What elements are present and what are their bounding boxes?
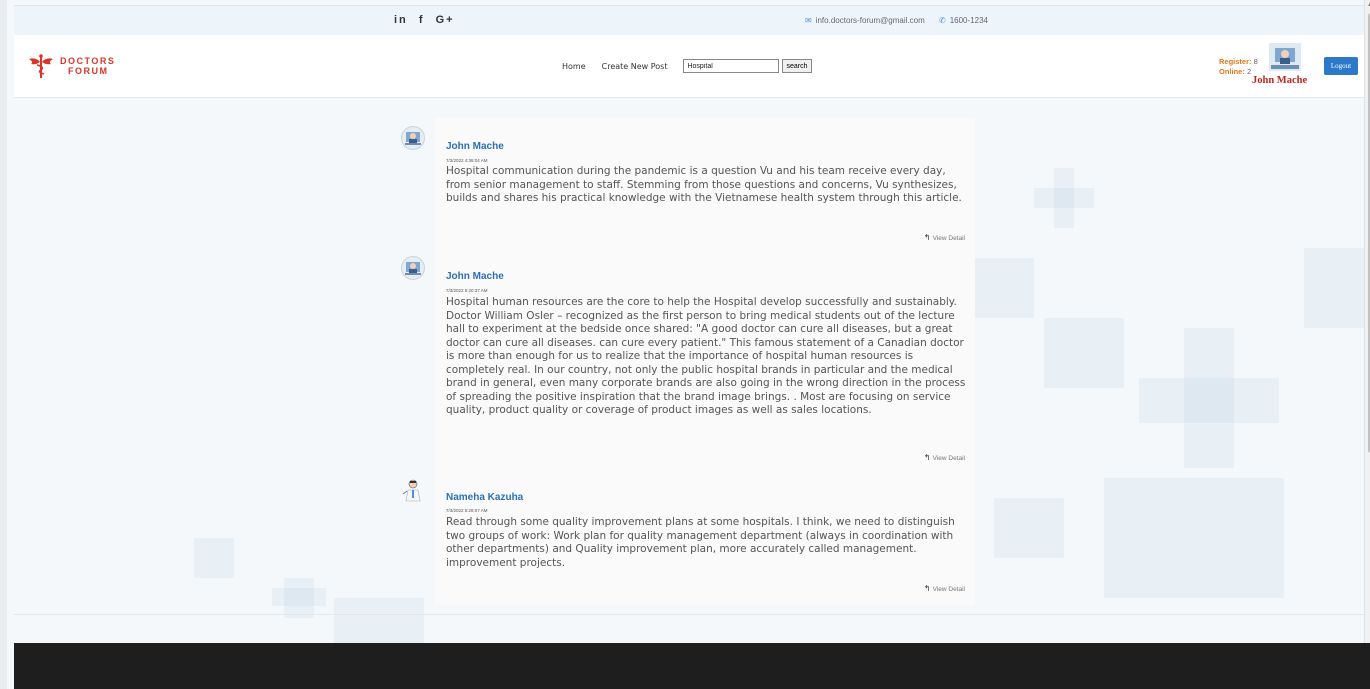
divider [14, 614, 1364, 615]
author-avatar[interactable] [401, 256, 425, 280]
linkedin-icon[interactable]: in [394, 14, 408, 26]
bg-cross [1034, 188, 1094, 208]
post-date: 7/3/2022 4:36:04 AM [446, 158, 488, 163]
caduceus-icon [29, 54, 53, 78]
post-author[interactable]: John Mache [446, 271, 504, 282]
bg-tile [994, 498, 1064, 558]
bg-tile [1104, 478, 1284, 598]
search-button[interactable]: search [782, 59, 812, 73]
logo-line1: DOCTORS [60, 56, 116, 66]
nav-home[interactable]: Home [562, 62, 586, 71]
main-nav: Home Create New Post search [562, 59, 812, 73]
post-content: Read through some quality improvement pl… [446, 516, 955, 569]
logout-button[interactable]: Logout [1324, 57, 1358, 75]
bg-tile [974, 258, 1034, 318]
view-detail-link[interactable]: ↰ View Detail [924, 453, 965, 462]
reply-icon: ↰ [923, 584, 931, 593]
post-content: Hospital human resources are the core to… [446, 296, 966, 416]
bg-cross [1139, 378, 1279, 423]
user-name[interactable]: John Mache [1252, 75, 1307, 86]
bg-tile [1304, 248, 1364, 328]
register-stat: Register: 8 [1219, 57, 1258, 66]
email-text: info.doctors-forum@gmail.com [815, 16, 925, 25]
post-content: Hospital communication during the pandem… [446, 165, 962, 204]
view-detail-link[interactable]: ↰ View Detail [924, 584, 965, 593]
post-author[interactable]: Nameha Kazuha [446, 492, 523, 503]
site-logo[interactable]: DOCTORS FORUM [26, 53, 115, 79]
bg-tile [194, 538, 234, 578]
page-scrollbar[interactable]: ▲ [1364, 0, 1370, 643]
register-count: 8 [1253, 57, 1258, 66]
post-date: 7/3/2022 5:28:07 AM [446, 508, 488, 513]
nav-create-post[interactable]: Create New Post [602, 62, 668, 71]
reply-icon: ↰ [923, 233, 931, 242]
top-bar: in f G+ ✉ info.doctors-forum@gmail.com ✆ 1… [14, 5, 1364, 35]
post-author[interactable]: John Mache [446, 141, 504, 152]
user-avatar[interactable] [1269, 43, 1301, 71]
envelope-icon: ✉ [805, 16, 812, 25]
phone-icon: ✆ [939, 16, 946, 25]
contact-phone: ✆ 1600-1234 [939, 16, 988, 25]
bg-cross [272, 588, 326, 606]
post-list: John Mache 7/3/2022 4:36:04 AM Hospital … [401, 118, 975, 605]
author-avatar[interactable] [401, 126, 425, 150]
google-plus-icon[interactable]: G+ [436, 14, 455, 26]
logo-line2: FORUM [68, 66, 109, 76]
footer [14, 643, 1370, 689]
contact-email: ✉ info.doctors-forum@gmail.com [805, 16, 925, 25]
view-detail-link[interactable]: ↰ View Detail [924, 233, 965, 242]
social-links: in f G+ [394, 14, 461, 26]
logo-text: DOCTORS FORUM [60, 56, 115, 76]
page: in f G+ ✉ info.doctors-forum@gmail.com ✆ 1… [0, 0, 1370, 689]
header: DOCTORS FORUM Home Create New Post searc… [14, 35, 1364, 98]
site-stats: Register: 8 Online: 2 [1219, 57, 1258, 77]
online-count: 2 [1246, 67, 1252, 76]
phone-text: 1600-1234 [949, 16, 988, 25]
reply-icon: ↰ [923, 453, 931, 462]
bg-tile [1044, 318, 1124, 388]
doctor-avatar[interactable] [401, 478, 425, 502]
search-input[interactable] [683, 59, 780, 73]
post-date: 7/3/2022 5:20:37 AM [446, 288, 488, 293]
facebook-icon[interactable]: f [419, 14, 425, 26]
bg-tile [334, 598, 424, 643]
